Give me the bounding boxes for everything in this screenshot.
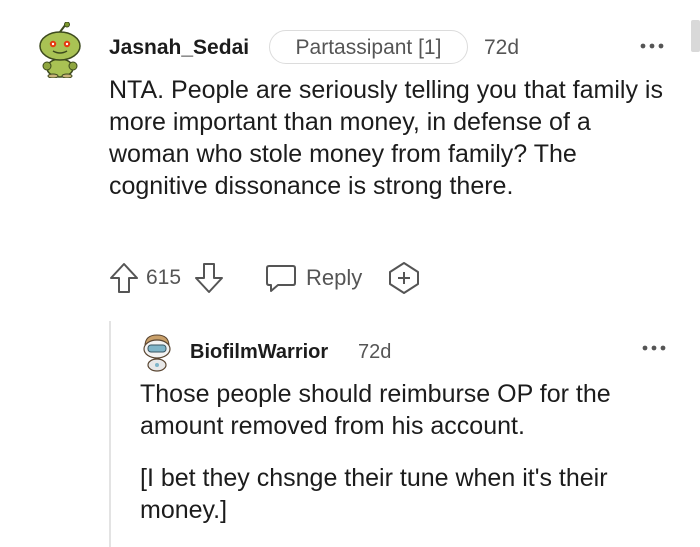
reply-button[interactable]: Reply: [264, 260, 362, 296]
award-plus-icon[interactable]: [387, 261, 421, 295]
comment-username[interactable]: Jasnah_Sedai: [109, 35, 249, 61]
comment-thread: Jasnah_Sedai Partassipant [1] 72d NTA. P…: [0, 0, 700, 547]
upvote-icon[interactable]: [108, 261, 140, 295]
vote-score: 615: [146, 266, 182, 289]
more-options-icon[interactable]: [640, 338, 668, 358]
reply-label: Reply: [306, 265, 363, 290]
reply-timestamp: 72d: [358, 341, 392, 363]
scrollbar-thumb[interactable]: [691, 20, 700, 52]
reply-body-paragraph: [I bet they chsnge their tune when it's …: [140, 464, 608, 524]
avatar[interactable]: [141, 332, 173, 372]
comment-body: NTA. People are seriously telling you th…: [109, 76, 663, 200]
snoo-avatar-icon: [39, 21, 81, 79]
user-flair: Partassipant [1]: [269, 30, 468, 64]
thread-line[interactable]: [109, 321, 111, 547]
comment-bubble-icon: [266, 265, 296, 292]
more-options-icon[interactable]: [638, 36, 666, 56]
reply-body-paragraph: Those people should reimburse OP for the…: [140, 380, 611, 440]
reply-username[interactable]: BiofilmWarrior: [190, 340, 328, 364]
avatar[interactable]: [36, 21, 84, 79]
downvote-icon[interactable]: [193, 261, 225, 295]
snoo-avatar-icon: [143, 334, 171, 372]
comment-timestamp: 72d: [484, 36, 520, 59]
